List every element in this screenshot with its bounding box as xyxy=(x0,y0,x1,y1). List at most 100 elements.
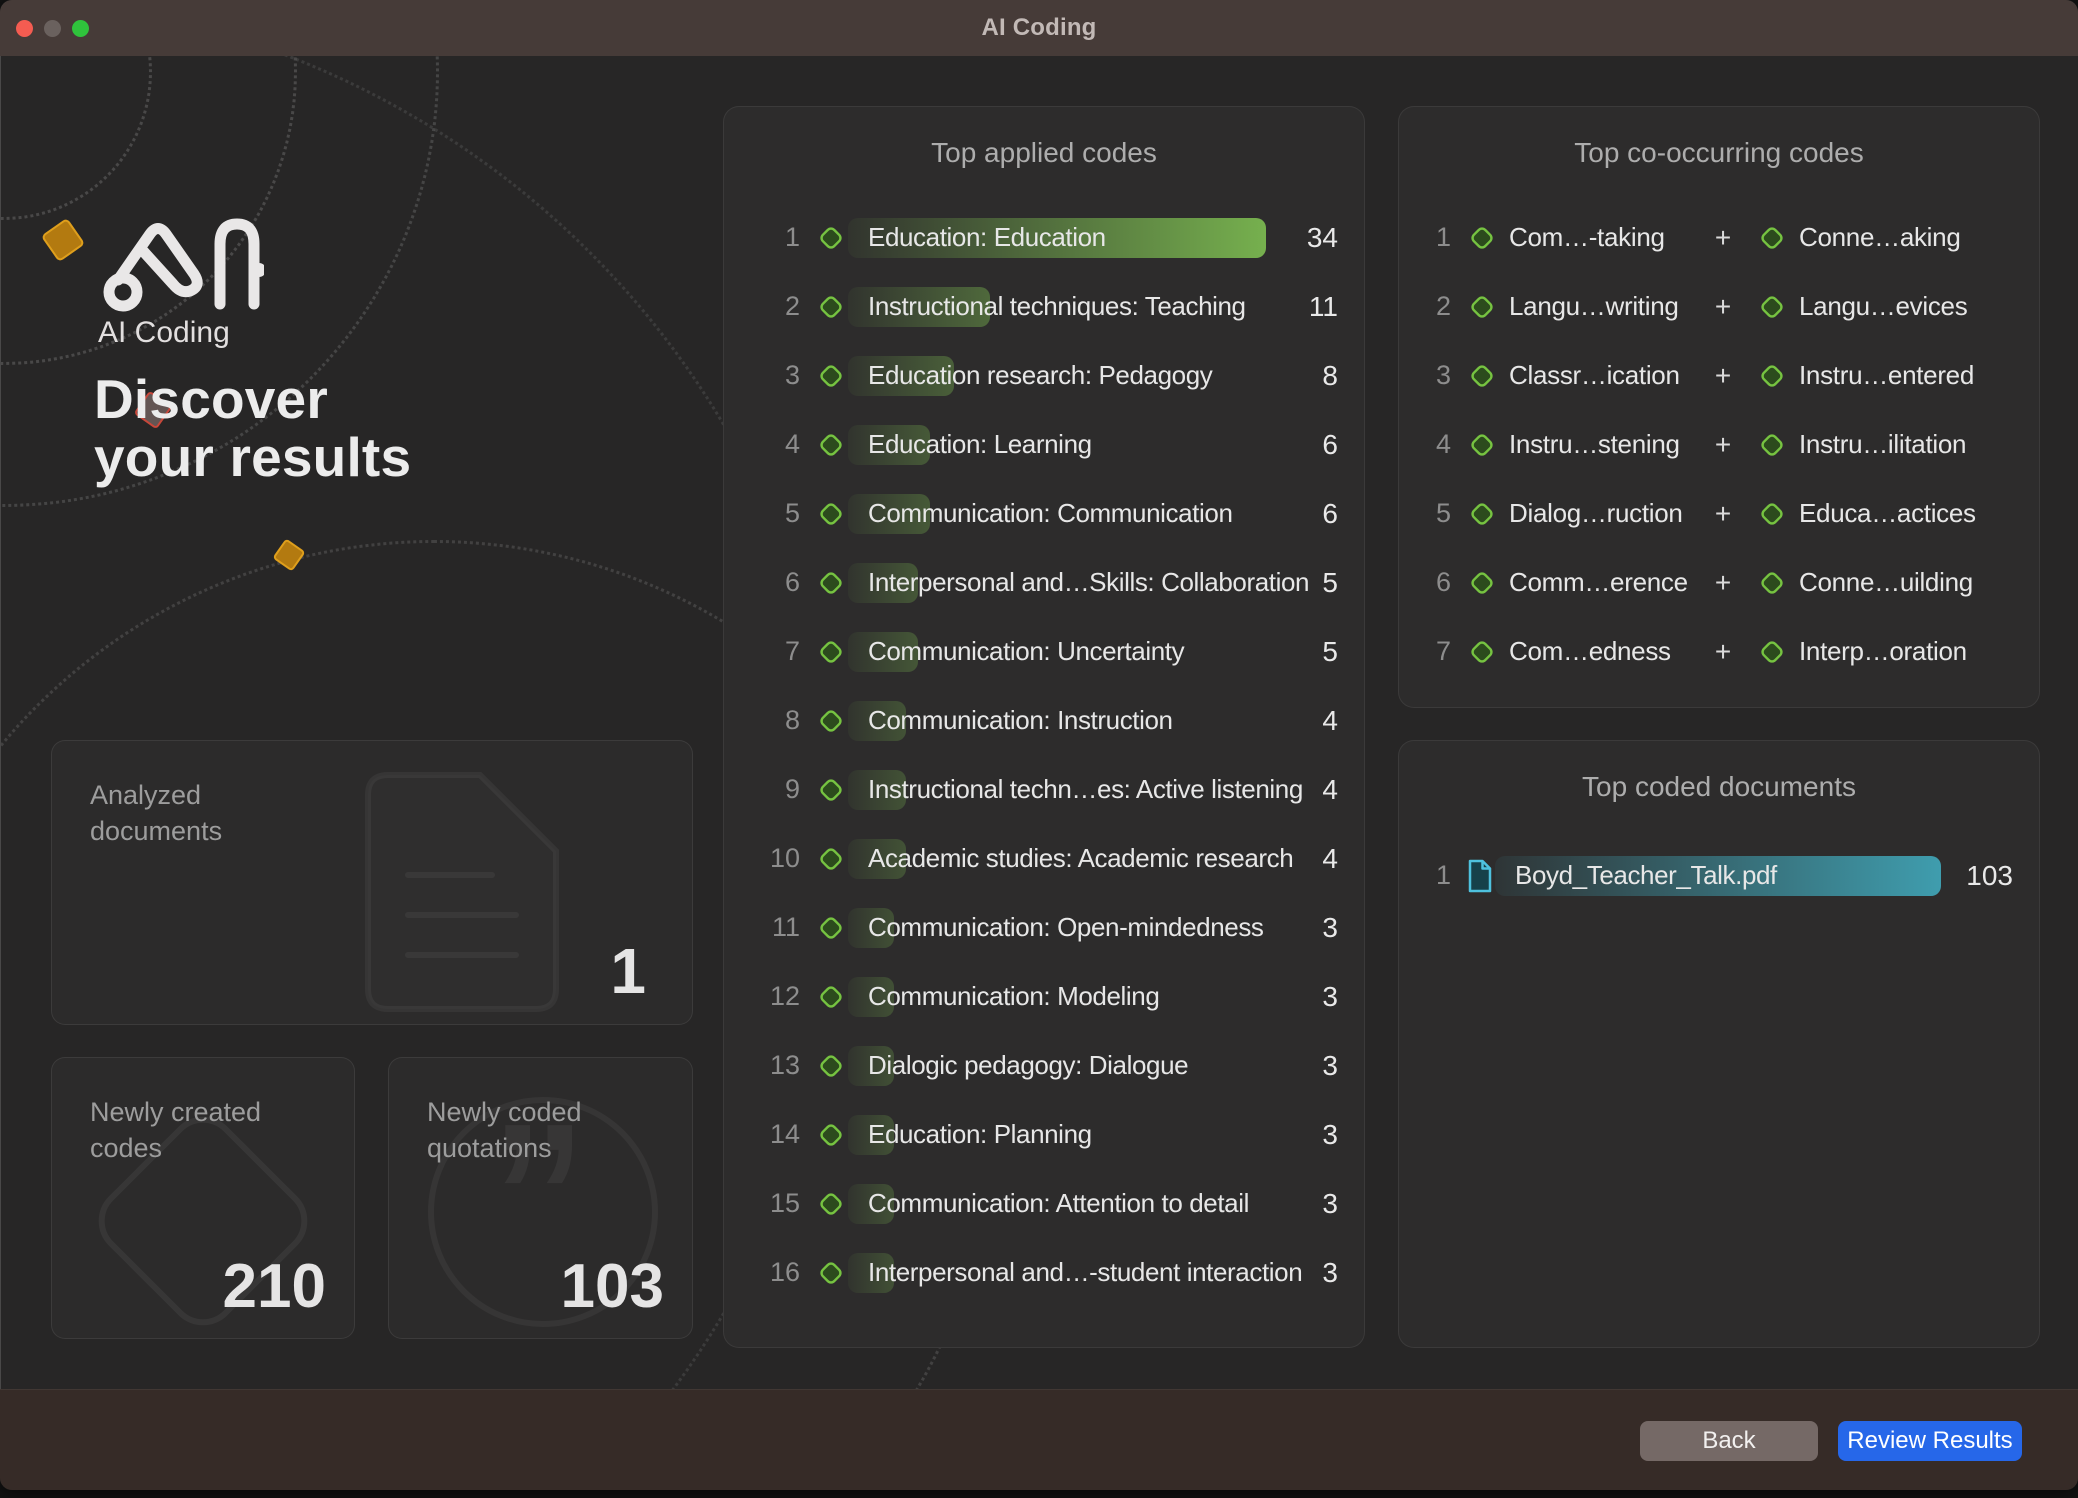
minimize-window-button[interactable] xyxy=(44,20,61,37)
code-bar-track: Interpersonal and…Skills: Collaboration xyxy=(858,548,1266,617)
orange-diamond-decoration xyxy=(41,218,86,263)
code-count: 6 xyxy=(1282,429,1338,461)
applied-code-row: 12 Communication: Modeling 3 xyxy=(724,962,1364,1031)
code-diamond-icon xyxy=(814,980,848,1014)
code-bar-track: Communication: Open-mindedness xyxy=(858,893,1266,962)
panel-title: Top coded documents xyxy=(1399,741,2039,805)
review-results-button[interactable]: Review Results xyxy=(1838,1421,2022,1461)
cooccurring-code-left-label: Instru…stening xyxy=(1509,429,1705,460)
analyzed-documents-card: Analyzed documents 1 xyxy=(51,740,693,1025)
panel-title: Top applied codes xyxy=(724,107,1364,171)
code-count: 3 xyxy=(1282,1188,1338,1220)
cooccurring-code-right-label: Conne…aking xyxy=(1799,222,2009,253)
code-label: Communication: Attention to detail xyxy=(858,1188,1249,1219)
code-count: 4 xyxy=(1282,705,1338,737)
ai-coding-logo xyxy=(96,208,264,312)
code-count: 3 xyxy=(1282,1050,1338,1082)
plus-separator: + xyxy=(1705,498,1741,530)
rank-label: 5 xyxy=(1423,498,1451,529)
code-label: Interpersonal and…-student interaction xyxy=(858,1257,1302,1288)
headline: Discover your results xyxy=(94,370,411,487)
code-diamond-icon xyxy=(814,1049,848,1083)
code-label: Interpersonal and…Skills: Collaboration xyxy=(858,567,1309,598)
stat-label: Newly coded quotations xyxy=(427,1094,617,1167)
code-label: Education: Planning xyxy=(858,1119,1092,1150)
code-bar-track: Education: Learning xyxy=(858,410,1266,479)
rank-label: 2 xyxy=(1423,291,1451,322)
code-diamond-icon xyxy=(814,842,848,876)
title-bar: AI Coding xyxy=(0,0,2078,57)
code-label: Education: Education xyxy=(858,222,1106,253)
applied-code-row: 3 Education research: Pedagogy 8 xyxy=(724,341,1364,410)
top-applied-codes-panel: Top applied codes 1 Education: Education… xyxy=(723,106,1365,1348)
code-label: Education: Learning xyxy=(858,429,1092,460)
rank-label: 7 xyxy=(760,636,800,667)
back-button[interactable]: Back xyxy=(1640,1421,1818,1461)
code-count: 11 xyxy=(1282,291,1338,323)
rank-label: 5 xyxy=(760,498,800,529)
code-diamond-icon xyxy=(814,428,848,462)
code-label: Education research: Pedagogy xyxy=(858,360,1212,391)
code-diamond-icon xyxy=(1755,290,1789,324)
cooccurring-code-left-label: Comm…erence xyxy=(1509,567,1705,598)
rank-label: 2 xyxy=(760,291,800,322)
plus-separator: + xyxy=(1705,360,1741,392)
applied-code-row: 16 Interpersonal and…-student interactio… xyxy=(724,1238,1364,1307)
rank-label: 14 xyxy=(760,1119,800,1150)
main-content: AI Coding Discover your results Analyzed… xyxy=(0,56,2078,1390)
cooccurring-code-right-label: Langu…evices xyxy=(1799,291,2009,322)
applied-code-row: 14 Education: Planning 3 xyxy=(724,1100,1364,1169)
code-diamond-icon xyxy=(814,497,848,531)
rank-label: 9 xyxy=(760,774,800,805)
document-bar-track: Boyd_Teacher_Talk.pdf xyxy=(1505,841,1941,910)
plus-separator: + xyxy=(1705,291,1741,323)
cooccurring-code-left-label: Langu…writing xyxy=(1509,291,1705,322)
code-label: Instructional techn…es: Active listening xyxy=(858,774,1303,805)
applied-code-row: 15 Communication: Attention to detail 3 xyxy=(724,1169,1364,1238)
code-count: 34 xyxy=(1282,222,1338,254)
rank-label: 10 xyxy=(760,843,800,874)
code-count: 3 xyxy=(1282,981,1338,1013)
code-diamond-icon xyxy=(814,635,848,669)
cooccurring-code-row: 6 Comm…erence + Conne…uilding xyxy=(1399,548,2039,617)
rank-label: 3 xyxy=(1423,360,1451,391)
rank-label: 1 xyxy=(1423,860,1451,891)
code-bar-track: Instructional techn…es: Active listening xyxy=(858,755,1266,824)
rank-label: 1 xyxy=(760,222,800,253)
code-diamond-icon xyxy=(814,359,848,393)
cooccurring-code-left-label: Dialog…ruction xyxy=(1509,498,1705,529)
cooccurring-code-row: 4 Instru…stening + Instru…ilitation xyxy=(1399,410,2039,479)
stat-label: Analyzed documents xyxy=(90,777,310,850)
applied-code-row: 7 Communication: Uncertainty 5 xyxy=(724,617,1364,686)
top-coded-documents-panel: Top coded documents 1 Boyd_Teacher_Talk.… xyxy=(1398,740,2040,1348)
code-diamond-icon xyxy=(1465,428,1499,462)
code-diamond-icon xyxy=(1465,221,1499,255)
dotted-arc-decoration xyxy=(0,56,152,220)
applied-code-row: 9 Instructional techn…es: Active listeni… xyxy=(724,755,1364,824)
code-bar-track: Dialogic pedagogy: Dialogue xyxy=(858,1031,1266,1100)
plus-separator: + xyxy=(1705,429,1741,461)
rank-label: 4 xyxy=(760,429,800,460)
cooccurring-code-left-label: Com…edness xyxy=(1509,636,1705,667)
close-window-button[interactable] xyxy=(16,20,33,37)
code-diamond-icon xyxy=(1465,359,1499,393)
code-label: Instructional techniques: Teaching xyxy=(858,291,1246,322)
rank-label: 15 xyxy=(760,1188,800,1219)
window-title: AI Coding xyxy=(981,14,1096,42)
cooccurring-code-row: 5 Dialog…ruction + Educa…actices xyxy=(1399,479,2039,548)
headline-line-2: your results xyxy=(94,428,411,486)
newly-coded-quotations-card: ” Newly coded quotations 103 xyxy=(388,1057,693,1339)
zoom-window-button[interactable] xyxy=(72,20,89,37)
rank-label: 6 xyxy=(760,567,800,598)
cooccurring-code-left-label: Com…-taking xyxy=(1509,222,1705,253)
code-count: 8 xyxy=(1282,360,1338,392)
code-bar-track: Communication: Attention to detail xyxy=(858,1169,1266,1238)
cooccurring-code-row: 1 Com…-taking + Conne…aking xyxy=(1399,203,2039,272)
applied-code-row: 4 Education: Learning 6 xyxy=(724,410,1364,479)
code-diamond-icon xyxy=(814,704,848,738)
code-count: 3 xyxy=(1282,1119,1338,1151)
code-label: Communication: Instruction xyxy=(858,705,1173,736)
cooccurring-code-right-label: Instru…ilitation xyxy=(1799,429,2009,460)
plus-separator: + xyxy=(1705,636,1741,668)
code-label: Communication: Uncertainty xyxy=(858,636,1184,667)
